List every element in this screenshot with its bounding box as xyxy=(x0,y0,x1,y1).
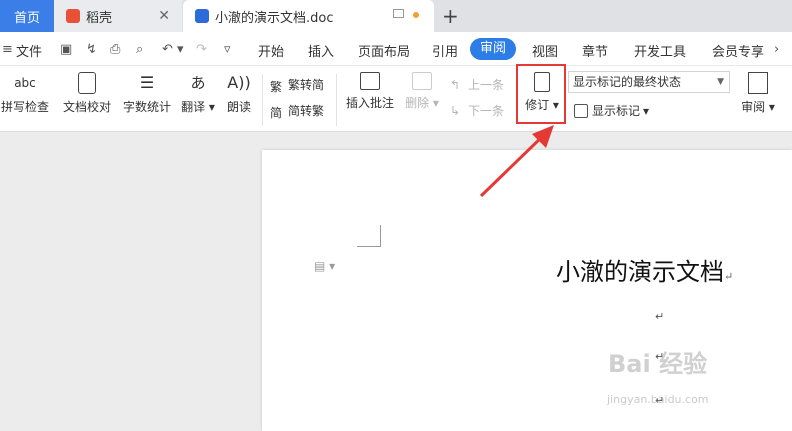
annotation-arrow xyxy=(479,125,554,198)
